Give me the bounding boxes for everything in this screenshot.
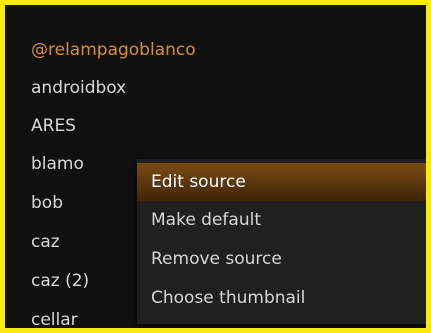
menu-item-choose-thumbnail[interactable]: Choose thumbnail <box>137 279 426 317</box>
menu-item-remove-source[interactable]: Remove source <box>137 240 426 278</box>
source-item-cellar[interactable]: cellar <box>31 301 78 328</box>
source-item-bob[interactable]: bob <box>31 184 63 222</box>
menu-item-make-default[interactable]: Make default <box>137 201 426 239</box>
source-item-ares[interactable]: ARES <box>31 107 76 145</box>
source-item-caz-2[interactable]: caz (2) <box>31 262 89 300</box>
screenshot-frame: @relampagoblanco androidbox ARES blamo b… <box>0 0 431 333</box>
source-item-androidbox[interactable]: androidbox <box>31 69 126 107</box>
context-menu: Edit source Make default Remove source C… <box>137 159 426 324</box>
source-item-relampagoblanco[interactable]: @relampagoblanco <box>31 31 196 69</box>
menu-item-edit-source[interactable]: Edit source <box>137 163 426 201</box>
source-item-caz[interactable]: caz <box>31 223 60 261</box>
source-item-blamo[interactable]: blamo <box>31 145 84 183</box>
